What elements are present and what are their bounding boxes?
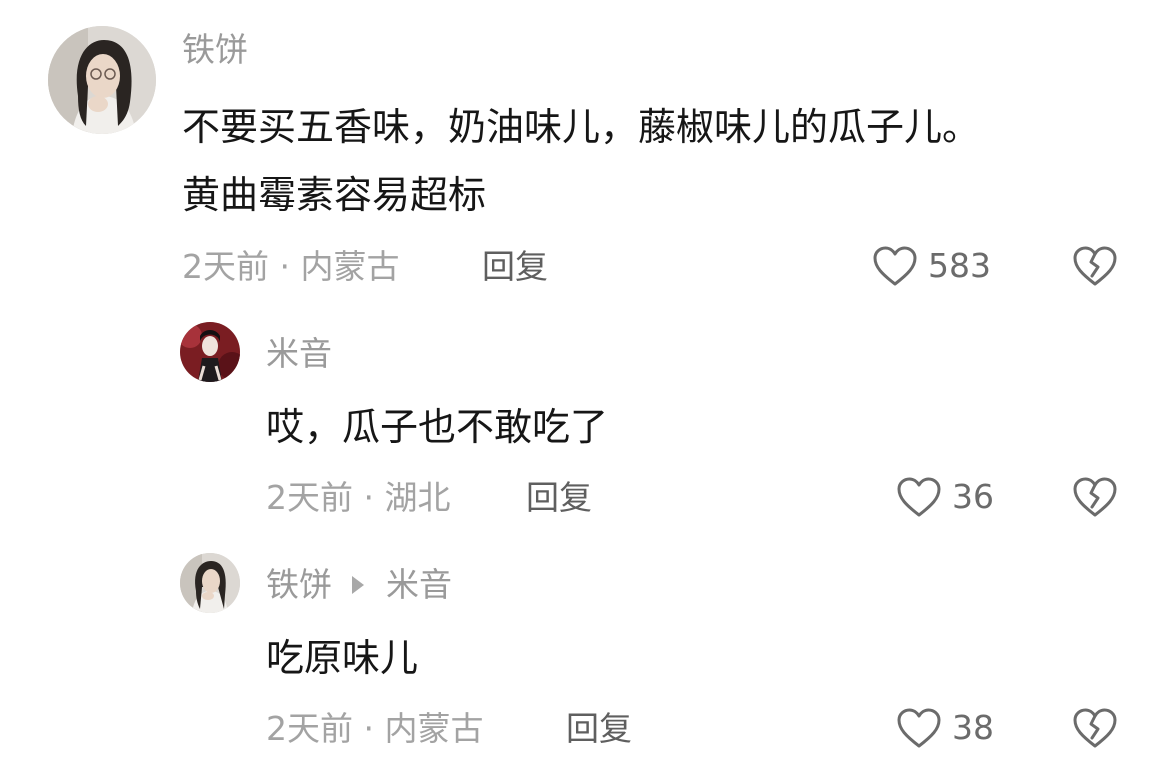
meta-separator: · <box>279 247 301 286</box>
dislike-button[interactable] <box>1072 476 1118 522</box>
comment-location: 湖北 <box>384 478 451 517</box>
comment-username[interactable]: 铁饼 <box>182 30 248 70</box>
dislike-button[interactable] <box>1072 245 1118 291</box>
comment-meta: 2天前 · 内蒙古 <box>266 709 483 749</box>
avatar[interactable] <box>48 26 156 134</box>
heart-icon <box>897 708 941 748</box>
comment-time: 2天前 <box>266 709 353 748</box>
comment-thread: 铁饼 不要买五香味，奶油味儿，藤椒味儿的瓜子儿。 黄曲霉素容易超标 2天前 · … <box>0 0 1170 779</box>
comment-text: 哎，瓜子也不敢吃了 <box>266 405 609 449</box>
comment-meta: 2天前 · 内蒙古 <box>182 247 399 287</box>
comment-username[interactable]: 米音 <box>266 334 332 374</box>
like-button[interactable]: 36 <box>896 476 994 518</box>
broken-heart-icon <box>1073 477 1117 517</box>
avatar[interactable] <box>180 322 240 382</box>
comment-meta: 2天前 · 湖北 <box>266 478 450 518</box>
like-count: 36 <box>952 477 994 516</box>
avatar[interactable] <box>180 553 240 613</box>
comment-text: 吃原味儿 <box>266 636 419 680</box>
comment-time: 2天前 <box>182 247 269 286</box>
meta-separator: · <box>363 709 385 748</box>
like-count: 583 <box>928 246 991 285</box>
like-button[interactable]: 38 <box>896 707 994 749</box>
reply-button[interactable]: 回复 <box>526 478 592 518</box>
comment-text: 黄曲霉素容易超标 <box>182 173 487 217</box>
broken-heart-icon <box>1073 708 1117 748</box>
comment-location: 内蒙古 <box>384 709 484 748</box>
comment-text: 不要买五香味，奶油味儿，藤椒味儿的瓜子儿。 <box>182 105 981 149</box>
reply-button[interactable]: 回复 <box>566 709 632 749</box>
heart-icon <box>897 477 941 517</box>
comment-location: 内蒙古 <box>300 247 400 286</box>
reply-target-username[interactable]: 米音 <box>386 565 452 605</box>
like-count: 38 <box>952 708 994 747</box>
broken-heart-icon <box>1073 246 1117 286</box>
heart-icon <box>873 246 917 286</box>
reply-button[interactable]: 回复 <box>482 247 548 287</box>
comment-time: 2天前 <box>266 478 353 517</box>
dislike-button[interactable] <box>1072 707 1118 753</box>
reply-header: 铁饼 米音 <box>266 565 452 605</box>
comment-username[interactable]: 铁饼 <box>266 565 332 605</box>
like-button[interactable]: 583 <box>872 245 991 287</box>
meta-separator: · <box>363 478 385 517</box>
reply-arrow-icon <box>352 576 364 594</box>
